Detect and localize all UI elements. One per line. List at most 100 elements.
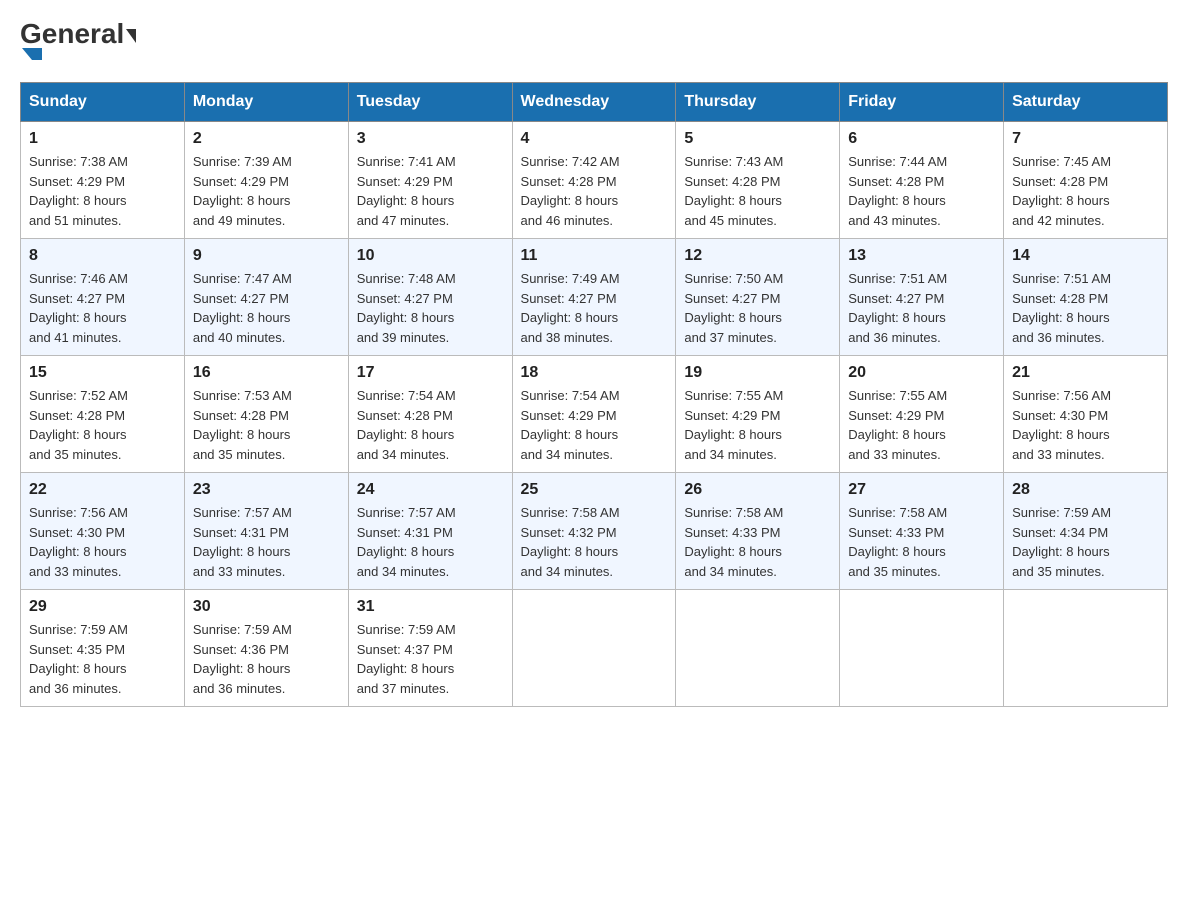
day-number: 26 bbox=[684, 481, 831, 499]
day-info: Sunrise: 7:58 AMSunset: 4:32 PMDaylight:… bbox=[521, 503, 668, 581]
day-info: Sunrise: 7:58 AMSunset: 4:33 PMDaylight:… bbox=[684, 503, 831, 581]
calendar-cell: 3Sunrise: 7:41 AMSunset: 4:29 PMDaylight… bbox=[348, 122, 512, 239]
day-number: 22 bbox=[29, 481, 176, 499]
calendar-cell: 12 Sunrise: 7:50 AMSunset: 4:27 PMDayligh… bbox=[676, 239, 840, 356]
weekday-header-row: SundayMondayTuesdayWednesdayThursdayFrid… bbox=[21, 83, 1168, 122]
day-number: 28 bbox=[1012, 481, 1159, 499]
day-number: 7 bbox=[1012, 130, 1159, 148]
calendar-cell: 29 Sunrise: 7:59 AMSunset: 4:35 PMDayligh… bbox=[21, 590, 185, 707]
day-number: 24 bbox=[357, 481, 504, 499]
calendar-cell: 7 Sunrise: 7:45 AMSunset: 4:28 PMDaylight… bbox=[1004, 122, 1168, 239]
day-number: 1 bbox=[29, 130, 176, 148]
day-info: Sunrise: 7:55 AMSunset: 4:29 PMDaylight:… bbox=[848, 386, 995, 464]
day-info: Sunrise: 7:47 AMSunset: 4:27 PMDaylight:… bbox=[193, 269, 340, 347]
calendar-cell: 23Sunrise: 7:57 AMSunset: 4:31 PMDayligh… bbox=[184, 473, 348, 590]
day-number: 29 bbox=[29, 598, 176, 616]
calendar-cell: 17Sunrise: 7:54 AMSunset: 4:28 PMDayligh… bbox=[348, 356, 512, 473]
header-thursday: Thursday bbox=[676, 83, 840, 122]
calendar-cell: 27 Sunrise: 7:58 AMSunset: 4:33 PMDayligh… bbox=[840, 473, 1004, 590]
day-number: 16 bbox=[193, 364, 340, 382]
day-info: Sunrise: 7:53 AMSunset: 4:28 PMDaylight:… bbox=[193, 386, 340, 464]
day-number: 17 bbox=[357, 364, 504, 382]
calendar-cell: 6Sunrise: 7:44 AMSunset: 4:28 PMDaylight… bbox=[840, 122, 1004, 239]
day-info: Sunrise: 7:51 AMSunset: 4:27 PMDaylight:… bbox=[848, 269, 995, 347]
calendar-cell: 14 Sunrise: 7:51 AMSunset: 4:28 PMDayligh… bbox=[1004, 239, 1168, 356]
day-info: Sunrise: 7:42 AMSunset: 4:28 PMDaylight:… bbox=[521, 152, 668, 230]
calendar-cell: 25Sunrise: 7:58 AMSunset: 4:32 PMDayligh… bbox=[512, 473, 676, 590]
day-number: 10 bbox=[357, 247, 504, 265]
header-tuesday: Tuesday bbox=[348, 83, 512, 122]
day-info: Sunrise: 7:59 AMSunset: 4:36 PMDaylight:… bbox=[193, 620, 340, 698]
calendar-cell: 11Sunrise: 7:49 AMSunset: 4:27 PMDayligh… bbox=[512, 239, 676, 356]
calendar-table: SundayMondayTuesdayWednesdayThursdayFrid… bbox=[20, 82, 1168, 707]
logo-triangle-icon bbox=[22, 48, 42, 60]
day-number: 9 bbox=[193, 247, 340, 265]
day-number: 5 bbox=[684, 130, 831, 148]
day-info: Sunrise: 7:59 AMSunset: 4:37 PMDaylight:… bbox=[357, 620, 504, 698]
day-number: 15 bbox=[29, 364, 176, 382]
week-row-1: 1 Sunrise: 7:38 AMSunset: 4:29 PMDaylight… bbox=[21, 122, 1168, 239]
day-number: 11 bbox=[521, 247, 668, 265]
week-row-2: 8 Sunrise: 7:46 AMSunset: 4:27 PMDaylight… bbox=[21, 239, 1168, 356]
calendar-cell: 20 Sunrise: 7:55 AMSunset: 4:29 PMDayligh… bbox=[840, 356, 1004, 473]
day-info: Sunrise: 7:46 AMSunset: 4:27 PMDaylight:… bbox=[29, 269, 176, 347]
day-number: 3 bbox=[357, 130, 504, 148]
calendar-cell: 18Sunrise: 7:54 AMSunset: 4:29 PMDayligh… bbox=[512, 356, 676, 473]
day-info: Sunrise: 7:45 AMSunset: 4:28 PMDaylight:… bbox=[1012, 152, 1159, 230]
day-number: 12 bbox=[684, 247, 831, 265]
header-monday: Monday bbox=[184, 83, 348, 122]
day-info: Sunrise: 7:38 AMSunset: 4:29 PMDaylight:… bbox=[29, 152, 176, 230]
day-info: Sunrise: 7:39 AMSunset: 4:29 PMDaylight:… bbox=[193, 152, 340, 230]
calendar-cell: 26 Sunrise: 7:58 AMSunset: 4:33 PMDayligh… bbox=[676, 473, 840, 590]
calendar-cell: 16 Sunrise: 7:53 AMSunset: 4:28 PMDayligh… bbox=[184, 356, 348, 473]
day-number: 21 bbox=[1012, 364, 1159, 382]
calendar-cell bbox=[840, 590, 1004, 707]
day-info: Sunrise: 7:50 AMSunset: 4:27 PMDaylight:… bbox=[684, 269, 831, 347]
day-number: 4 bbox=[521, 130, 668, 148]
calendar-cell: 24 Sunrise: 7:57 AMSunset: 4:31 PMDayligh… bbox=[348, 473, 512, 590]
day-number: 2 bbox=[193, 130, 340, 148]
page-header: General bbox=[20, 20, 1168, 62]
calendar-cell: 1 Sunrise: 7:38 AMSunset: 4:29 PMDaylight… bbox=[21, 122, 185, 239]
week-row-4: 22 Sunrise: 7:56 AMSunset: 4:30 PMDayligh… bbox=[21, 473, 1168, 590]
calendar-cell: 21 Sunrise: 7:56 AMSunset: 4:30 PMDayligh… bbox=[1004, 356, 1168, 473]
logo-general-text: General bbox=[20, 20, 136, 48]
calendar-cell: 9 Sunrise: 7:47 AMSunset: 4:27 PMDaylight… bbox=[184, 239, 348, 356]
calendar-cell: 10 Sunrise: 7:48 AMSunset: 4:27 PMDayligh… bbox=[348, 239, 512, 356]
week-row-3: 15 Sunrise: 7:52 AMSunset: 4:28 PMDayligh… bbox=[21, 356, 1168, 473]
day-number: 27 bbox=[848, 481, 995, 499]
day-number: 20 bbox=[848, 364, 995, 382]
logo: General bbox=[20, 20, 136, 62]
calendar-cell: 30Sunrise: 7:59 AMSunset: 4:36 PMDayligh… bbox=[184, 590, 348, 707]
day-info: Sunrise: 7:57 AMSunset: 4:31 PMDaylight:… bbox=[357, 503, 504, 581]
day-number: 8 bbox=[29, 247, 176, 265]
calendar-cell: 5 Sunrise: 7:43 AMSunset: 4:28 PMDaylight… bbox=[676, 122, 840, 239]
calendar-cell bbox=[512, 590, 676, 707]
day-info: Sunrise: 7:51 AMSunset: 4:28 PMDaylight:… bbox=[1012, 269, 1159, 347]
logo-blue-text bbox=[20, 48, 42, 62]
calendar-cell bbox=[1004, 590, 1168, 707]
header-saturday: Saturday bbox=[1004, 83, 1168, 122]
calendar-cell: 2 Sunrise: 7:39 AMSunset: 4:29 PMDaylight… bbox=[184, 122, 348, 239]
calendar-cell: 31Sunrise: 7:59 AMSunset: 4:37 PMDayligh… bbox=[348, 590, 512, 707]
day-info: Sunrise: 7:59 AMSunset: 4:35 PMDaylight:… bbox=[29, 620, 176, 698]
day-info: Sunrise: 7:56 AMSunset: 4:30 PMDaylight:… bbox=[1012, 386, 1159, 464]
day-info: Sunrise: 7:43 AMSunset: 4:28 PMDaylight:… bbox=[684, 152, 831, 230]
day-info: Sunrise: 7:55 AMSunset: 4:29 PMDaylight:… bbox=[684, 386, 831, 464]
calendar-cell: 22 Sunrise: 7:56 AMSunset: 4:30 PMDayligh… bbox=[21, 473, 185, 590]
calendar-cell: 28 Sunrise: 7:59 AMSunset: 4:34 PMDayligh… bbox=[1004, 473, 1168, 590]
day-number: 23 bbox=[193, 481, 340, 499]
calendar-cell: 15 Sunrise: 7:52 AMSunset: 4:28 PMDayligh… bbox=[21, 356, 185, 473]
day-info: Sunrise: 7:58 AMSunset: 4:33 PMDaylight:… bbox=[848, 503, 995, 581]
day-info: Sunrise: 7:48 AMSunset: 4:27 PMDaylight:… bbox=[357, 269, 504, 347]
day-info: Sunrise: 7:56 AMSunset: 4:30 PMDaylight:… bbox=[29, 503, 176, 581]
day-info: Sunrise: 7:54 AMSunset: 4:29 PMDaylight:… bbox=[521, 386, 668, 464]
day-number: 13 bbox=[848, 247, 995, 265]
calendar-cell: 19Sunrise: 7:55 AMSunset: 4:29 PMDayligh… bbox=[676, 356, 840, 473]
calendar-cell: 8 Sunrise: 7:46 AMSunset: 4:27 PMDaylight… bbox=[21, 239, 185, 356]
header-sunday: Sunday bbox=[21, 83, 185, 122]
week-row-5: 29 Sunrise: 7:59 AMSunset: 4:35 PMDayligh… bbox=[21, 590, 1168, 707]
day-info: Sunrise: 7:59 AMSunset: 4:34 PMDaylight:… bbox=[1012, 503, 1159, 581]
day-info: Sunrise: 7:52 AMSunset: 4:28 PMDaylight:… bbox=[29, 386, 176, 464]
day-number: 14 bbox=[1012, 247, 1159, 265]
